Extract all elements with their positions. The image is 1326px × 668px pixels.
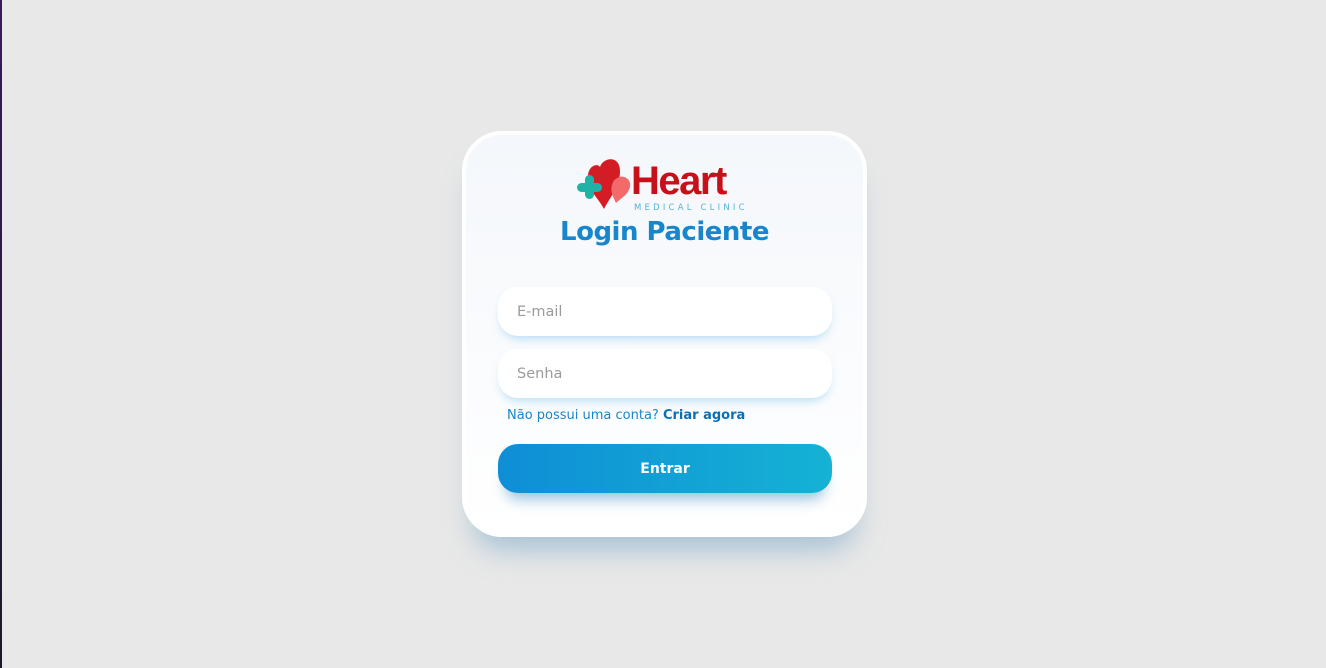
clinic-logo: Heart MEDICAL CLINIC	[576, 157, 751, 217]
create-account-link[interactable]: Criar agora	[663, 408, 745, 423]
signup-prompt-text: Não possui uma conta?	[507, 408, 659, 423]
password-field[interactable]	[498, 349, 832, 398]
window-edge	[0, 0, 2, 668]
heart-cross-icon	[577, 159, 631, 209]
brand-tagline: MEDICAL CLINIC	[634, 203, 748, 213]
email-field[interactable]	[498, 287, 832, 336]
login-card: Heart MEDICAL CLINIC Login Paciente Não …	[462, 131, 867, 537]
login-button[interactable]: Entrar	[498, 444, 832, 493]
signup-prompt-line: Não possui uma conta? Criar agora	[507, 408, 745, 423]
page-title: Login Paciente	[560, 217, 769, 247]
brand-wordmark: Heart	[631, 159, 727, 203]
